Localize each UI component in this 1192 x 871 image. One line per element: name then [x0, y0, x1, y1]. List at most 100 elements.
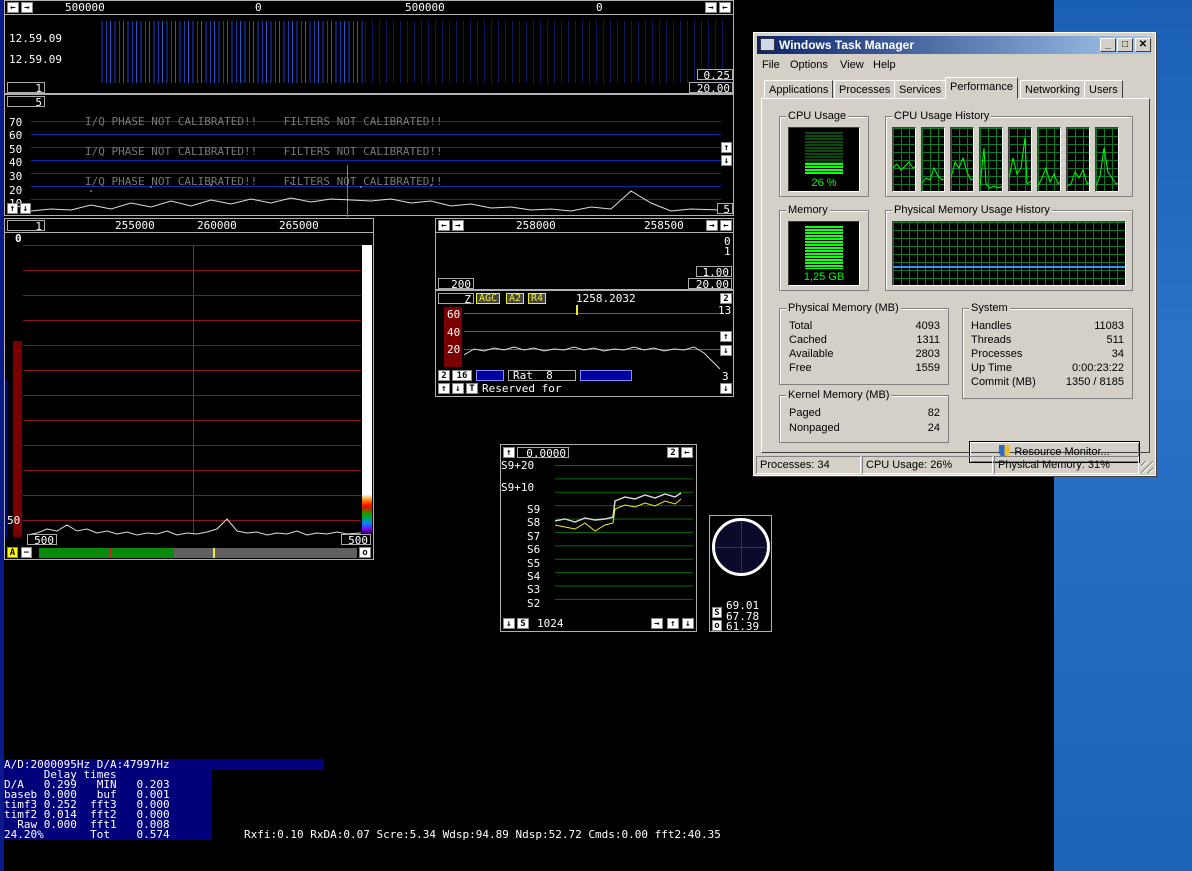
menu-help[interactable]: Help — [873, 57, 896, 73]
scope-o-button[interactable]: o — [712, 620, 722, 631]
tab-processes[interactable]: Processes — [834, 80, 896, 99]
scope-s-button[interactable]: S — [712, 607, 722, 618]
memory-history-graph — [892, 221, 1126, 286]
scroll-right-button[interactable]: → — [705, 2, 717, 13]
spectrum-up-button[interactable]: ↑ — [7, 203, 18, 214]
spectrum-up-button[interactable]: ↑ — [721, 142, 732, 153]
afc-blue-field[interactable] — [476, 370, 504, 381]
afc-down-button[interactable]: ↓ — [720, 383, 732, 394]
smeter-up-button[interactable]: ↑ — [503, 447, 515, 458]
baseband-left-scale-box[interactable]: 500 — [27, 534, 57, 546]
spectrum-left-box[interactable]: 5 — [7, 96, 45, 108]
task-manager-title: Windows Task Manager — [779, 38, 915, 52]
afc-up-button[interactable]: ↑ — [720, 331, 732, 342]
a2-button[interactable]: A2 — [506, 293, 525, 304]
scroll-left-button[interactable]: ← — [7, 2, 19, 13]
cpu-usage-meter: 26 % — [788, 127, 860, 192]
hires-window: ← → 258000 258500 → ← 0 1 1.00 200 20.00 — [435, 218, 734, 290]
tab-services[interactable]: Services — [894, 80, 947, 99]
afc-trace — [464, 346, 720, 370]
smeter-count: 1024 — [537, 617, 564, 630]
system-processes-value: 34 — [1111, 348, 1124, 360]
scroll-right-button[interactable]: → — [452, 220, 464, 231]
afc-sixteen-box[interactable]: 16 — [452, 370, 472, 381]
baseband-right-scale-box[interactable]: 500 — [341, 534, 371, 546]
afc-two-box[interactable]: 2 — [438, 370, 450, 381]
smeter-s-button[interactable]: S — [517, 618, 529, 629]
scroll-right-button[interactable]: → — [21, 2, 33, 13]
smeter-down-button[interactable]: ↓ — [682, 618, 694, 629]
afc-t-button[interactable]: T — [466, 383, 478, 394]
afc-down-button[interactable]: ↓ — [720, 345, 732, 356]
smeter-down-button[interactable]: ↓ — [503, 618, 515, 629]
smeter-level: S7 — [527, 530, 541, 543]
baseband-mode-a-button[interactable]: A — [7, 547, 18, 558]
waterfall-left-box[interactable]: 1 — [7, 82, 45, 94]
memory-value: 1,25 GB — [803, 271, 845, 283]
smeter-up-button[interactable]: ↑ — [667, 618, 679, 629]
menu-view[interactable]: View — [840, 57, 864, 73]
kernel-nonpaged-value: 24 — [927, 422, 940, 434]
r4-button[interactable]: R4 — [528, 293, 547, 304]
tab-networking[interactable]: Networking — [1020, 80, 1086, 99]
memory-history-line — [893, 266, 1125, 268]
tab-users[interactable]: Users — [1084, 80, 1123, 99]
afc-blue-field[interactable] — [580, 370, 632, 381]
cpu-usage-value: 26 % — [811, 177, 837, 189]
resize-grip-icon[interactable] — [1141, 461, 1153, 473]
menu-file[interactable]: File — [762, 57, 780, 73]
hires-gain-box[interactable]: 1.00 — [696, 266, 732, 278]
freq-tick: 265000 — [279, 219, 319, 232]
afc-down-button[interactable]: ↓ — [452, 383, 464, 394]
wide-spectrum-window: 5 I/Q PHASE NOT CALIBRATED!! FILTERS NOT… — [4, 94, 734, 217]
baseband-top-label: 0 — [15, 232, 22, 245]
smeter-right-button[interactable]: → — [651, 618, 663, 629]
maximize-button[interactable]: □ — [1117, 38, 1133, 52]
baseband-level-bar — [13, 341, 22, 537]
hires-left-box[interactable]: 200 — [438, 278, 474, 290]
phys-free-value: 1559 — [915, 362, 940, 374]
performance-line: Rxfi:0.10 RxDA:0.07 Scre:5.34 Wdsp:94.89… — [244, 828, 721, 841]
scroll-right-button[interactable]: → — [706, 220, 718, 231]
scroll-left-button[interactable]: ← — [719, 2, 731, 13]
smeter-left-button[interactable]: ← — [681, 447, 693, 458]
afc-z-button[interactable]: Z — [438, 293, 474, 305]
system-handles-label: Handles — [971, 320, 1012, 332]
afc-rat-field[interactable]: Rat 8 — [508, 370, 576, 381]
tab-applications[interactable]: Applications — [764, 80, 834, 99]
baseband-minus-button[interactable]: − — [21, 547, 32, 558]
baseband-slider[interactable] — [39, 548, 357, 558]
spectrum-down-button[interactable]: ↓ — [20, 203, 31, 214]
afc-reserved-text: Reserved for — [482, 382, 562, 395]
spectrum-right-box[interactable]: 5 — [717, 203, 733, 215]
task-manager-titlebar[interactable]: Windows Task Manager _ □ ✕ — [757, 36, 1152, 54]
cpu-history-graph-1 — [892, 127, 916, 192]
scroll-left-button[interactable]: ← — [720, 220, 732, 231]
minimize-button[interactable]: _ — [1100, 38, 1116, 52]
baseband-y-label: 50 — [7, 514, 21, 527]
memory-history-label: Physical Memory Usage History — [892, 204, 1052, 216]
afc-up-button[interactable]: ↑ — [438, 383, 450, 394]
tab-performance[interactable]: Performance — [945, 77, 1018, 99]
agc-button[interactable]: AGC — [476, 293, 501, 304]
cpu-history-graph-2 — [921, 127, 945, 192]
spectrum-trace — [31, 182, 721, 212]
scroll-left-button[interactable]: ← — [438, 220, 450, 231]
waterfall-gain-box[interactable]: 0.25 — [697, 69, 733, 81]
waterfall-zero-box[interactable]: 20.00 — [689, 82, 733, 94]
spectrum-down-button[interactable]: ↓ — [721, 155, 732, 166]
smeter-value-box[interactable]: 0.0000 — [517, 447, 569, 459]
cpu-history-line — [1009, 137, 1031, 185]
baseband-o-button[interactable]: o — [359, 547, 371, 558]
smeter-level: S9+20 — [501, 459, 535, 472]
cpu-history-graph-4 — [979, 127, 1003, 192]
baseband-left-box[interactable]: 1 — [7, 220, 45, 232]
close-button[interactable]: ✕ — [1135, 38, 1151, 52]
menu-options[interactable]: Options — [790, 57, 828, 73]
smeter-trace — [555, 492, 682, 532]
kernel-memory-label: Kernel Memory (MB) — [786, 389, 892, 401]
afc-two-button[interactable]: 2 — [720, 293, 732, 304]
waterfall-freq-scale: ← → 500000 0 500000 0 → ← — [5, 1, 733, 15]
hires-zero-box[interactable]: 20.00 — [688, 278, 732, 290]
smeter-two-button[interactable]: 2 — [667, 447, 679, 458]
